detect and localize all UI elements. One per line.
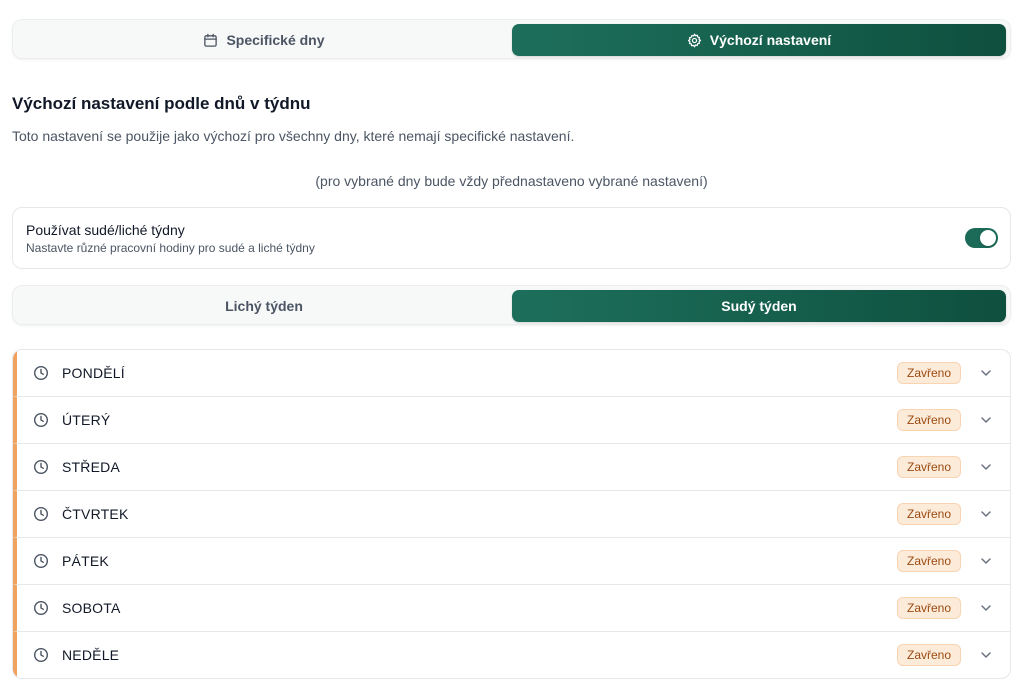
switch-knob bbox=[980, 230, 996, 246]
status-badge: Zavřeno bbox=[897, 503, 962, 525]
gear-icon bbox=[687, 33, 701, 47]
tab-odd-week[interactable]: Lichý týden bbox=[17, 290, 511, 322]
mode-tabs: Specifické dny Výchozí nastavení bbox=[12, 19, 1011, 59]
day-name: SOBOTA bbox=[62, 600, 121, 616]
chevron-down-icon[interactable] bbox=[979, 648, 993, 662]
status-badge: Zavřeno bbox=[897, 550, 962, 572]
day-row[interactable]: ČTVRTEK Zavřeno bbox=[13, 491, 1010, 538]
odd-even-toggle-card: Používat sudé/liché týdny Nastavte různé… bbox=[12, 207, 1011, 269]
tab-specific-days-label: Specifické dny bbox=[226, 32, 325, 48]
day-row[interactable]: ÚTERÝ Zavřeno bbox=[13, 397, 1010, 444]
preset-note: (pro vybrané dny bude vždy přednastaveno… bbox=[315, 173, 708, 189]
chevron-down-icon[interactable] bbox=[979, 601, 993, 615]
chevron-down-icon[interactable] bbox=[979, 460, 993, 474]
day-row[interactable]: SOBOTA Zavřeno bbox=[13, 585, 1010, 632]
tab-default-settings[interactable]: Výchozí nastavení bbox=[512, 24, 1006, 56]
day-list: PONDĚLÍ Zavřeno ÚTERÝ Zavřeno STŘEDA Zav… bbox=[12, 349, 1011, 679]
chevron-down-icon[interactable] bbox=[979, 507, 993, 521]
chevron-down-icon[interactable] bbox=[979, 554, 993, 568]
clock-icon bbox=[33, 600, 49, 616]
odd-even-toggle-title: Používat sudé/liché týdny bbox=[26, 222, 185, 238]
chevron-down-icon[interactable] bbox=[979, 366, 993, 380]
status-badge: Zavřeno bbox=[897, 409, 962, 431]
chevron-down-icon[interactable] bbox=[979, 413, 993, 427]
section-description: Toto nastavení se použije jako výchozí p… bbox=[12, 128, 575, 144]
odd-even-toggle-subtitle: Nastavte různé pracovní hodiny pro sudé … bbox=[26, 241, 315, 255]
section-title: Výchozí nastavení podle dnů v týdnu bbox=[12, 94, 311, 113]
tab-even-week[interactable]: Sudý týden bbox=[512, 290, 1006, 322]
day-row[interactable]: STŘEDA Zavřeno bbox=[13, 444, 1010, 491]
week-tabs: Lichý týden Sudý týden bbox=[12, 285, 1011, 325]
status-badge: Zavřeno bbox=[897, 597, 962, 619]
day-row[interactable]: PÁTEK Zavřeno bbox=[13, 538, 1010, 585]
day-name: PONDĚLÍ bbox=[62, 365, 125, 381]
day-name: STŘEDA bbox=[62, 459, 120, 475]
day-row[interactable]: PONDĚLÍ Zavřeno bbox=[13, 350, 1010, 397]
clock-icon bbox=[33, 553, 49, 569]
status-badge: Zavřeno bbox=[897, 456, 962, 478]
tab-odd-week-label: Lichý týden bbox=[225, 298, 303, 314]
calendar-icon bbox=[204, 33, 218, 47]
status-badge: Zavřeno bbox=[897, 362, 962, 384]
odd-even-switch[interactable] bbox=[965, 228, 998, 248]
clock-icon bbox=[33, 506, 49, 522]
clock-icon bbox=[33, 647, 49, 663]
status-badge: Zavřeno bbox=[897, 644, 962, 666]
tab-specific-days[interactable]: Specifické dny bbox=[17, 24, 511, 56]
clock-icon bbox=[33, 365, 49, 381]
tab-even-week-label: Sudý týden bbox=[721, 298, 797, 314]
day-name: ÚTERÝ bbox=[62, 412, 111, 428]
clock-icon bbox=[33, 459, 49, 475]
clock-icon bbox=[33, 412, 49, 428]
day-name: ČTVRTEK bbox=[62, 506, 129, 522]
tab-default-settings-label: Výchozí nastavení bbox=[709, 32, 832, 48]
day-name: NEDĚLE bbox=[62, 647, 120, 663]
day-row[interactable]: NEDĚLE Zavřeno bbox=[13, 632, 1010, 678]
day-name: PÁTEK bbox=[62, 553, 109, 569]
